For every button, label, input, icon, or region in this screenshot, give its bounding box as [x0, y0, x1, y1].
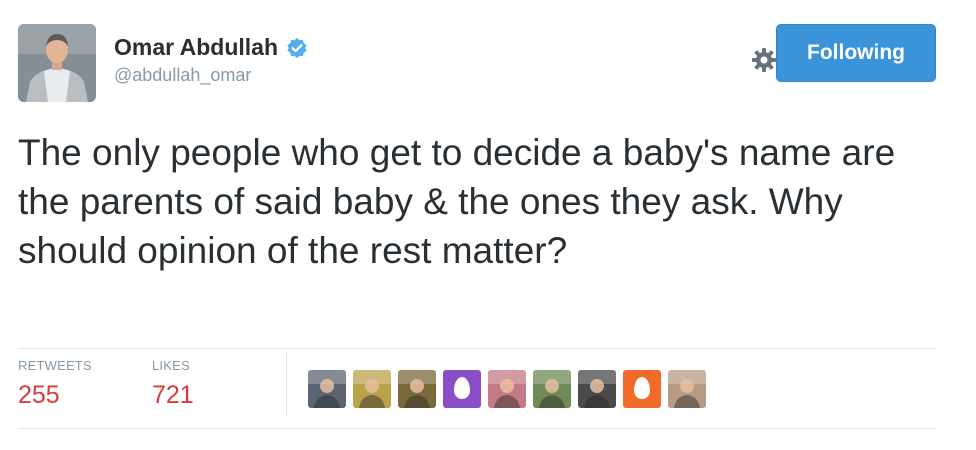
liker-avatar[interactable] [398, 370, 436, 408]
avatar-photo [353, 370, 391, 408]
liker-avatar[interactable] [308, 370, 346, 408]
retweets-count: 255 [18, 381, 60, 409]
liker-avatar[interactable] [533, 370, 571, 408]
liker-avatars [308, 370, 706, 408]
following-button[interactable]: Following [776, 24, 936, 82]
avatar-photo [398, 370, 436, 408]
gear-icon[interactable] [750, 46, 778, 74]
verified-badge-icon [286, 37, 308, 59]
author-display-name[interactable]: Omar Abdullah [114, 34, 278, 61]
avatar-photo [488, 370, 526, 408]
liker-avatar-egg[interactable] [443, 370, 481, 408]
tweet-text: The only people who get to decide a baby… [18, 132, 896, 271]
author-avatar[interactable] [18, 24, 96, 102]
avatar-photo [668, 370, 706, 408]
retweets-stat[interactable]: RETWEETS 255 [18, 358, 92, 410]
egg-icon [634, 377, 650, 399]
author-handle[interactable]: @abdullah_omar [114, 65, 308, 86]
avatar-photo [578, 370, 616, 408]
liker-avatar[interactable] [353, 370, 391, 408]
stats-separator [286, 352, 287, 416]
retweets-label: RETWEETS [18, 358, 92, 373]
liker-avatar[interactable] [668, 370, 706, 408]
likes-label: LIKES [152, 358, 190, 373]
author-display-name-row[interactable]: Omar Abdullah [114, 34, 308, 61]
liker-avatar[interactable] [578, 370, 616, 408]
tweet-header: Omar Abdullah @abdullah_omar Following [18, 24, 936, 104]
author-info: Omar Abdullah @abdullah_omar [114, 34, 308, 86]
likes-count: 721 [152, 381, 194, 409]
stats-bottom-divider [18, 428, 936, 429]
likes-stat[interactable]: LIKES 721 [152, 358, 194, 410]
egg-icon [454, 377, 470, 399]
tweet-stats: RETWEETS 255 LIKES 721 [18, 352, 938, 416]
avatar-photo [308, 370, 346, 408]
liker-avatar[interactable] [488, 370, 526, 408]
stats-top-divider [18, 348, 936, 349]
avatar-photo [533, 370, 571, 408]
liker-avatar-egg[interactable] [623, 370, 661, 408]
